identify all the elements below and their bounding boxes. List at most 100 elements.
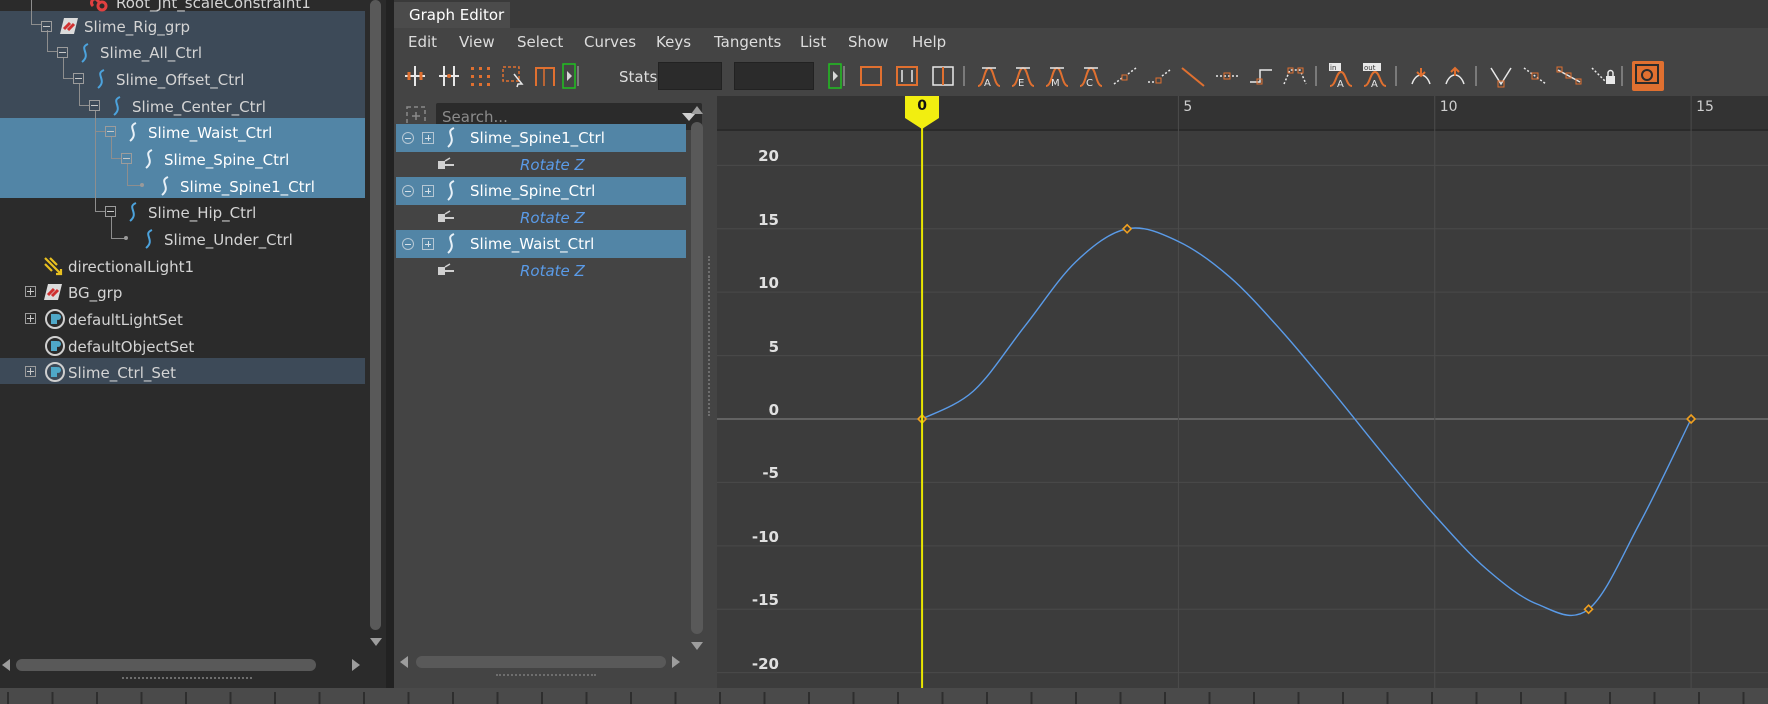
stats-time-field[interactable]	[734, 62, 814, 90]
curve-display-mode-icon[interactable]	[1632, 61, 1664, 91]
scroll-down-arrow-icon[interactable]	[370, 638, 382, 646]
flat-key-icon[interactable]	[1212, 62, 1242, 90]
clamped-tangent-icon[interactable]: M	[1042, 62, 1072, 90]
pre-infinity-icon[interactable]: in A	[1326, 62, 1356, 90]
plateau-key-icon[interactable]	[1280, 62, 1310, 90]
expand-toggle[interactable]	[25, 313, 36, 324]
expand-toggle[interactable]	[422, 238, 434, 250]
nurbs-curve-icon	[145, 229, 153, 249]
scroll-right-arrow-icon[interactable]	[352, 659, 360, 671]
insert-key-tool-icon[interactable]	[434, 62, 464, 90]
frame-playback-range-icon[interactable]	[892, 62, 922, 90]
channel-object-row[interactable]: Slime_Spine_Ctrl	[396, 177, 686, 205]
menu-list[interactable]: List	[800, 33, 826, 51]
panel-divider[interactable]	[386, 0, 394, 688]
outliner-item-slime-all-ctrl[interactable]: Slime_All_Ctrl	[0, 38, 365, 68]
nurbs-curve-icon	[113, 96, 121, 116]
unify-tangents-icon[interactable]	[1440, 62, 1470, 90]
outliner-horizontal-scrollbar[interactable]	[0, 655, 365, 673]
move-key-tool-icon[interactable]	[400, 62, 430, 90]
collapse-toggle[interactable]	[121, 153, 132, 164]
menu-view[interactable]: View	[459, 33, 495, 51]
x-tick-label: 10	[1439, 99, 1458, 115]
expand-toggle[interactable]	[25, 286, 36, 297]
menu-tangents[interactable]: Tangents	[714, 33, 781, 51]
time-slider[interactable]	[0, 688, 1768, 704]
lock-tangent-weight-icon[interactable]	[1520, 62, 1550, 90]
step-tangent-icon[interactable]	[1144, 62, 1174, 90]
menu-curves[interactable]: Curves	[584, 33, 636, 51]
expand-toggle[interactable]	[422, 132, 434, 144]
auto-tangent-icon[interactable]: A	[974, 62, 1004, 90]
menu-edit[interactable]: Edit	[408, 33, 437, 51]
scroll-right-arrow-icon[interactable]	[672, 656, 680, 668]
lock-key-icon[interactable]	[1588, 62, 1618, 90]
frame-all-icon[interactable]	[856, 62, 886, 90]
outliner-item-bg-grp[interactable]: BG_grp	[0, 278, 365, 308]
resize-grip[interactable]	[122, 677, 252, 679]
region-select-tool-icon[interactable]	[498, 62, 528, 90]
collapse-toggle[interactable]	[105, 126, 116, 137]
break-tangents-icon[interactable]	[1406, 62, 1436, 90]
linear-tangent-icon[interactable]: C	[1076, 62, 1106, 90]
weighted-tangents-icon[interactable]	[1554, 62, 1584, 90]
menu-help[interactable]: Help	[912, 33, 946, 51]
channel-object-row[interactable]: Slime_Spine1_Ctrl	[396, 124, 686, 152]
scrollbar-thumb[interactable]	[416, 656, 666, 668]
curve-graph[interactable]	[717, 96, 1768, 688]
collapse-toggle[interactable]	[57, 47, 68, 58]
outliner-vertical-scrollbar[interactable]	[367, 0, 384, 655]
collapse-toggle[interactable]	[41, 21, 52, 32]
scroll-up-arrow-icon[interactable]	[691, 106, 703, 114]
channel-attribute-row[interactable]: Rotate Z	[396, 257, 686, 285]
menu-show[interactable]: Show	[848, 33, 888, 51]
stats-value-field[interactable]	[658, 62, 722, 90]
collapse-toggle[interactable]	[402, 185, 414, 197]
linear-curve-icon[interactable]	[1178, 62, 1208, 90]
outliner-item-slime-spine-ctrl[interactable]: Slime_Spine_Ctrl	[0, 145, 365, 175]
svg-text:M: M	[1051, 78, 1060, 89]
collapse-toggle[interactable]	[73, 73, 84, 84]
channel-horizontal-scrollbar[interactable]	[394, 652, 688, 672]
outliner-item-slime-under-ctrl[interactable]: Slime_Under_Ctrl	[0, 225, 365, 255]
toolbar-expand-icon[interactable]	[554, 62, 576, 90]
scrollbar-thumb[interactable]	[370, 0, 381, 630]
current-frame-marker[interactable]: 0	[905, 96, 940, 130]
expand-toggle[interactable]	[25, 366, 36, 377]
scroll-down-arrow-icon[interactable]	[691, 642, 703, 650]
tab-title: Graph Editor	[409, 6, 505, 24]
outliner-item-slime-hip-ctrl[interactable]: Slime_Hip_Ctrl	[0, 198, 365, 228]
scrollbar-thumb[interactable]	[16, 659, 316, 671]
collapse-toggle[interactable]	[105, 206, 116, 217]
collapse-toggle[interactable]	[89, 100, 100, 111]
channel-vertical-scrollbar[interactable]	[688, 100, 706, 652]
outliner-item-slime-ctrl-set[interactable]: Slime_Ctrl_Set	[0, 358, 365, 388]
channel-object-row[interactable]: Slime_Waist_Ctrl	[396, 230, 686, 258]
scroll-left-arrow-icon[interactable]	[2, 659, 10, 671]
free-tangent-weight-icon[interactable]	[1486, 62, 1516, 90]
toolbar-expand-icon[interactable]	[820, 62, 842, 90]
center-current-time-icon[interactable]	[928, 62, 958, 90]
scrollbar-thumb[interactable]	[691, 122, 703, 634]
outliner-item-slime-waist-ctrl[interactable]: Slime_Waist_Ctrl	[0, 118, 365, 148]
spline-tangent-icon[interactable]: E	[1008, 62, 1038, 90]
graph-view[interactable]: 20 15 10 5 0 -5 -10 -15 -20 5 10 15 0	[717, 96, 1768, 688]
flat-tangent-icon[interactable]	[1110, 62, 1140, 90]
collapse-toggle[interactable]	[402, 238, 414, 250]
expand-toggle[interactable]	[422, 185, 434, 197]
channel-attribute-row[interactable]: Rotate Z	[396, 151, 686, 179]
outliner-item-default-light-set[interactable]: defaultLightSet	[0, 305, 365, 335]
channel-attribute-row[interactable]: Rotate Z	[396, 204, 686, 232]
stepped-key-icon[interactable]	[1246, 62, 1276, 90]
menu-keys[interactable]: Keys	[656, 33, 691, 51]
resize-grip[interactable]	[708, 256, 710, 416]
tab-graph-editor[interactable]: Graph Editor	[394, 2, 510, 28]
lattice-deform-keys-icon[interactable]	[466, 62, 496, 90]
resize-grip[interactable]	[496, 674, 596, 676]
scroll-left-arrow-icon[interactable]	[400, 656, 408, 668]
svg-text:A: A	[984, 78, 991, 89]
post-infinity-icon[interactable]: out A	[1360, 62, 1390, 90]
outliner-item-slime-offset-ctrl[interactable]: Slime_Offset_Ctrl	[0, 65, 365, 95]
collapse-toggle[interactable]	[402, 132, 414, 144]
menu-select[interactable]: Select	[517, 33, 563, 51]
